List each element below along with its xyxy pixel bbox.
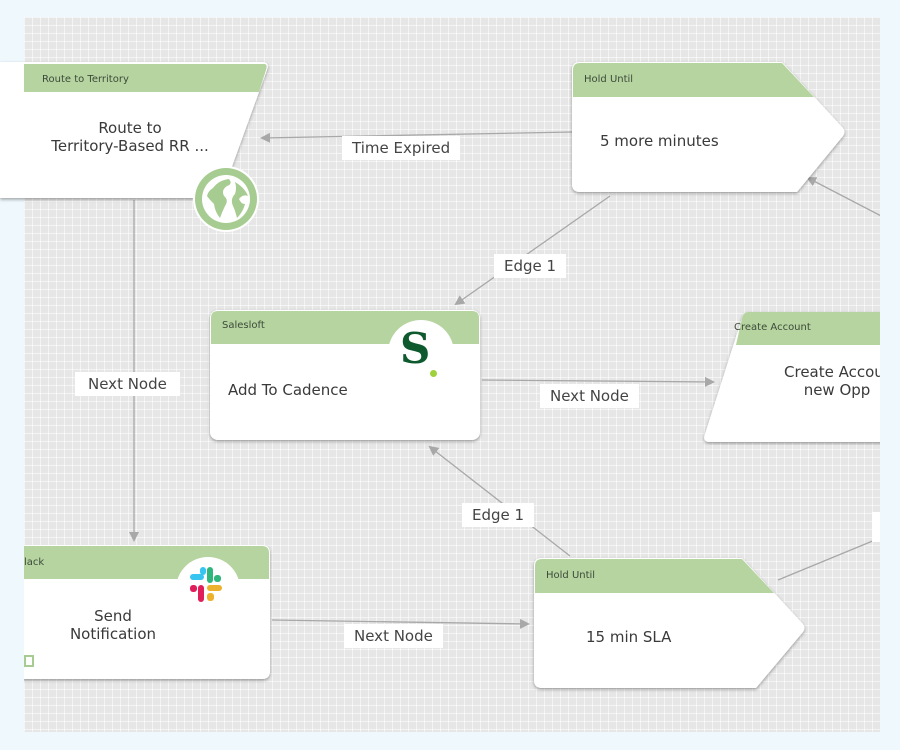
node-header: Route to Territory xyxy=(42,74,129,85)
node-body: Create Accour new Opp xyxy=(784,363,880,399)
node-body: 5 more minutes xyxy=(600,132,719,150)
edge-label-next-node-left[interactable]: Next Node xyxy=(75,372,180,396)
edge-edge1-top[interactable] xyxy=(454,195,611,306)
node-create-account[interactable]: Create Account Create Accour new Opp xyxy=(702,310,880,445)
edge-label-next-node-bottom[interactable]: Next Node xyxy=(344,624,443,648)
node-header: Create Account xyxy=(734,322,811,333)
edge-label-next-node-middle[interactable]: Next Node xyxy=(540,384,639,408)
node-header: Hold Until xyxy=(584,74,634,85)
node-route-to-territory[interactable]: Route to Territory Route to Territory-Ba… xyxy=(0,62,272,232)
email-icon xyxy=(24,655,34,667)
node-body: Route to Territory-Based RR ... xyxy=(51,119,209,155)
globe-icon xyxy=(193,166,259,232)
node-header: Hold Until xyxy=(546,570,596,581)
node-body: Add To Cadence xyxy=(228,381,348,399)
node-hold-until-top[interactable]: Hold Until 5 more minutes xyxy=(572,62,847,197)
slack-logo-icon xyxy=(176,557,240,621)
node-salesloft[interactable]: Salesloft Add To Cadence S xyxy=(210,310,482,442)
edge-label-edge1-top[interactable]: Edge 1 xyxy=(494,254,567,278)
node-header: lack xyxy=(24,557,45,568)
node-hold-until-bottom[interactable]: Hold Until 15 min SLA xyxy=(534,558,809,693)
edge-edge1-bottom[interactable] xyxy=(428,445,571,557)
edge-next-node-middle[interactable] xyxy=(481,376,715,387)
node-header: Salesloft xyxy=(222,320,265,331)
salesloft-dot xyxy=(430,370,437,377)
salesloft-logo-icon: S xyxy=(388,320,454,386)
edge-label-offscreen[interactable] xyxy=(872,512,880,542)
salesloft-s-glyph: S xyxy=(400,324,431,373)
node-body: 15 min SLA xyxy=(586,628,672,646)
node-body: Send Notification xyxy=(69,607,157,643)
edge-label-time-expired[interactable]: Time Expired xyxy=(342,136,461,160)
edge-label-edge1-bottom[interactable]: Edge 1 xyxy=(462,503,535,527)
